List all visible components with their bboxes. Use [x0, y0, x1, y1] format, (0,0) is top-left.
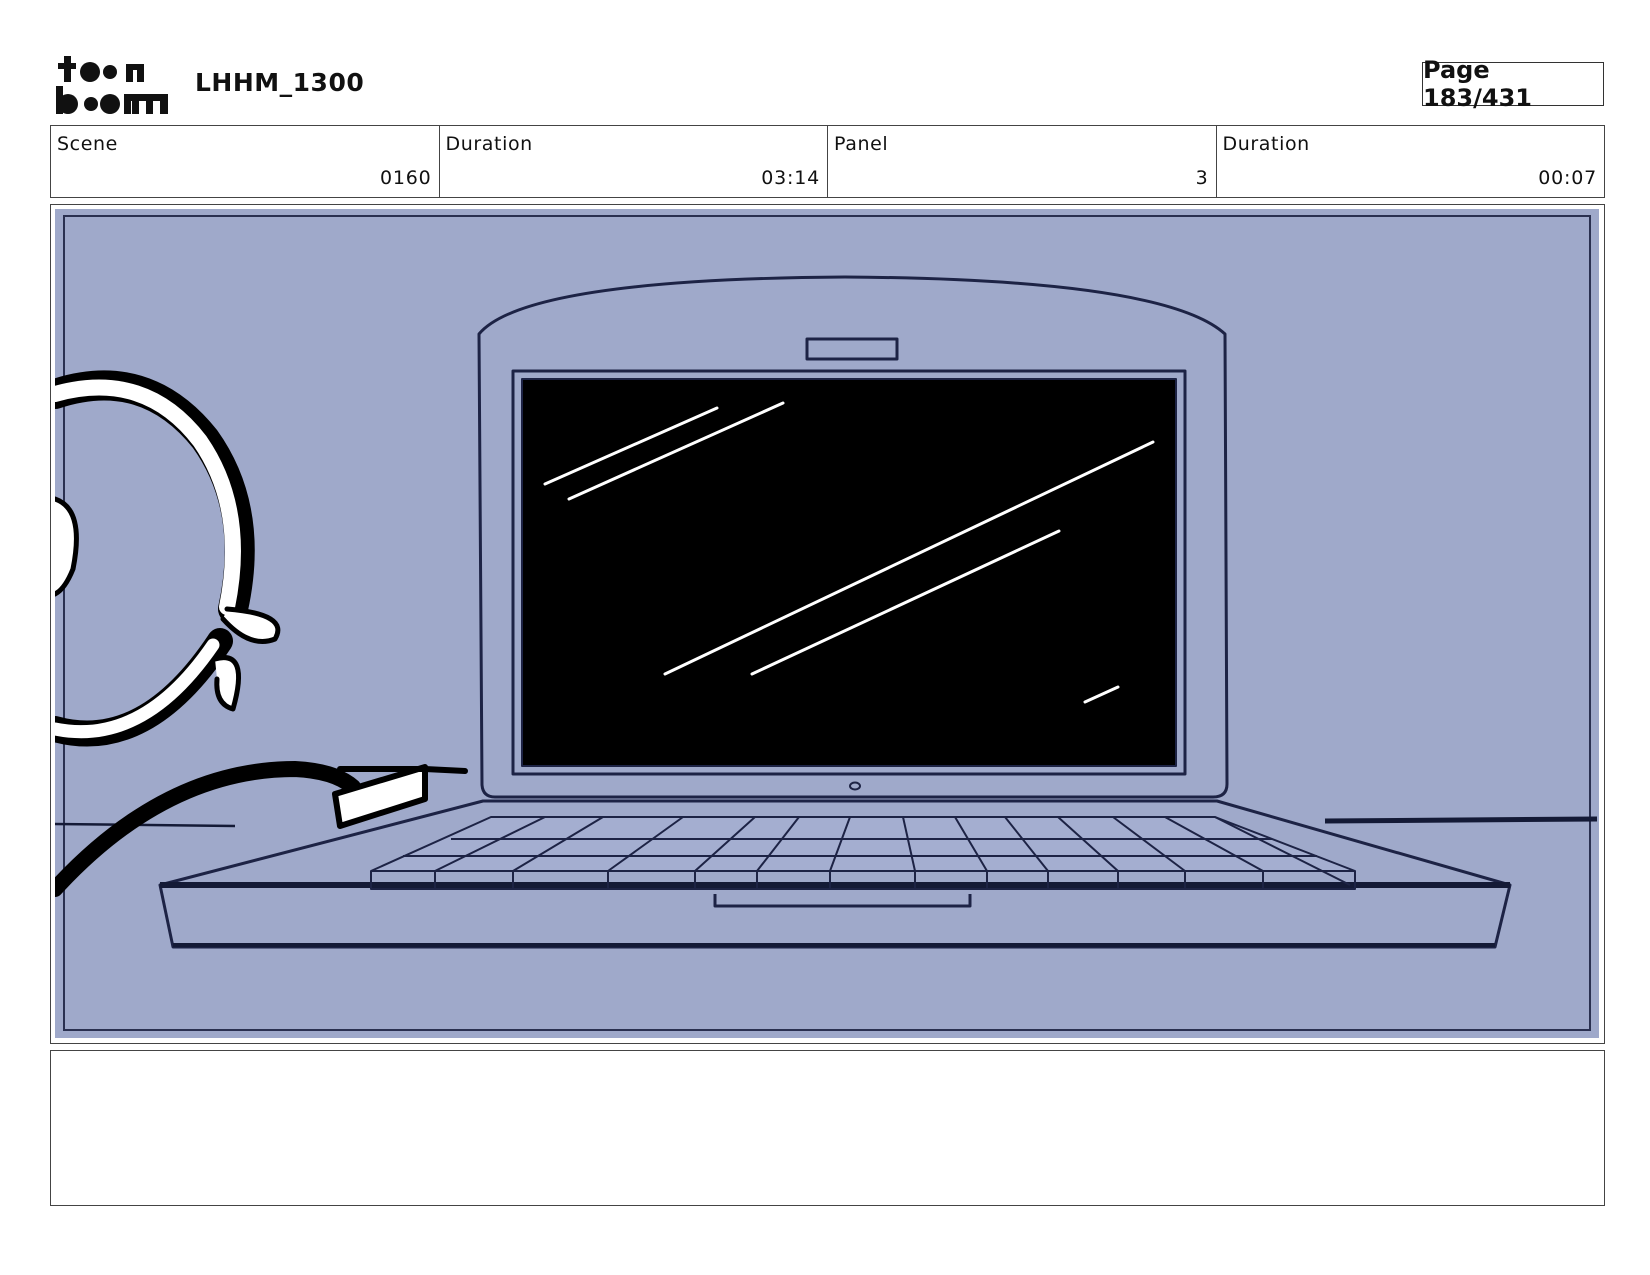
panel-info-row: Scene 0160 Duration 03:14 Panel 3 Durati… — [50, 125, 1605, 198]
panel-label: Panel — [834, 133, 889, 155]
scene-label: Scene — [57, 133, 118, 155]
project-title: LHHM_1300 — [195, 68, 365, 97]
storyboard-panel — [50, 204, 1605, 1044]
panel-duration-value: 00:07 — [1538, 167, 1597, 189]
toon-boom-logo — [56, 56, 168, 114]
laptop — [477, 275, 1229, 799]
scene-duration-value: 03:14 — [761, 167, 820, 189]
scene-cell: Scene 0160 — [51, 126, 440, 197]
panel-value: 3 — [1195, 167, 1209, 189]
webcam — [805, 337, 899, 361]
scene-value: 0160 — [379, 167, 432, 189]
panel-notes-box — [50, 1050, 1605, 1206]
panel-duration-label: Duration — [1222, 133, 1310, 155]
panel-duration-cell: Duration 00:07 — [1217, 126, 1605, 197]
scene-duration-label: Duration — [445, 133, 533, 155]
scene-duration-cell: Duration 03:14 — [440, 126, 828, 197]
panel-drawing — [55, 209, 1599, 1038]
page-number: Page 183/431 — [1422, 56, 1604, 112]
laptop-screen — [521, 378, 1177, 767]
panel-cell: Panel 3 — [828, 126, 1217, 197]
